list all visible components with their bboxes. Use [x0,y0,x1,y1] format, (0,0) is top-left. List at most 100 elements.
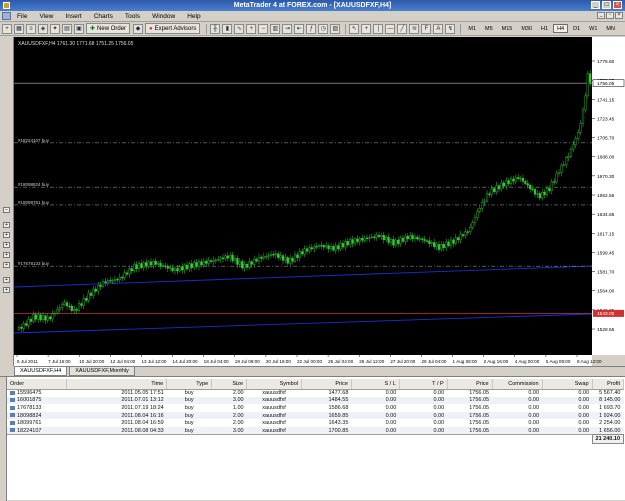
autoscroll-icon[interactable]: ⇥ [282,23,293,34]
menu-charts[interactable]: Charts [88,13,119,20]
channel-icon[interactable]: ≋ [409,23,420,34]
horizontal-line-icon[interactable]: — [385,23,396,34]
col-time[interactable]: Time [66,379,168,390]
tf-m30[interactable]: M30 [517,24,536,33]
col-size[interactable]: Size [211,379,248,390]
order-id: 18098824 [17,412,42,419]
zoom-in-icon[interactable]: + [246,23,257,34]
tf-h1[interactable]: H1 [537,24,552,33]
chart-window-icon[interactable] [2,12,11,20]
tf-d1[interactable]: D1 [569,24,584,33]
tree-node-icon[interactable]: + [3,232,10,238]
chart-window[interactable]: #18224107 buy #18098824 buy #18099761 buy #… [14,37,625,366]
cursor-icon[interactable]: ↖ [349,23,360,34]
table-row[interactable]: 18099761 2011.08.04 16:59 buy 2.00 xauusdfxf… [7,419,624,427]
candle-body [32,314,35,322]
col-sl[interactable]: S / L [351,379,400,390]
profiles-icon[interactable]: ▦ [14,23,24,34]
col-price[interactable]: Price [301,379,352,390]
candle-body [133,264,136,272]
candle-body [329,246,333,249]
tf-mn[interactable]: MN [602,24,619,33]
panel-toggle-icon[interactable]: − [3,207,10,213]
table-row[interactable]: 18224107 2011.08.08 04:33 buy 3.00 xauusdfxf… [7,426,624,435]
window-title: MetaTrader 4 at FOREX.com - [XAUUSDFXF,H… [233,2,392,9]
table-row[interactable]: 18098824 2011.08.04 16:16 buy 2.00 xauusdfxf… [7,411,624,420]
chart-tab-monthly[interactable]: XAUUSDFXF,Monthly [69,367,135,376]
tf-m1[interactable]: M1 [464,24,480,33]
col-tp[interactable]: T / P [399,379,448,390]
menu-tools[interactable]: Tools [119,13,146,20]
maximize-button[interactable]: □ [602,1,611,9]
mdi-restore-button[interactable]: ▫ [606,12,614,19]
chart-shift-icon[interactable]: ⇤ [294,23,305,34]
vertical-line-icon[interactable]: | [373,23,384,34]
crosshair-icon[interactable]: + [361,23,372,34]
tester-icon[interactable]: ▣ [74,23,84,34]
col-commission[interactable]: Commission [492,379,543,390]
tree-node-icon[interactable]: + [3,222,10,228]
line-chart-icon[interactable]: ∿ [234,23,245,34]
indicators-icon[interactable]: ƒ [306,23,317,34]
tree-node-icon[interactable]: + [3,242,10,248]
table-row[interactable]: 17678133 2011.07.19 18:24 buy 1.00 xauusdfxf… [7,404,624,412]
chart-tab-h4[interactable]: XAUUSDFXF,H4 [14,367,68,376]
candle-body [356,238,359,243]
tf-h4[interactable]: H4 [553,24,569,33]
tree-node-icon[interactable]: + [3,262,10,268]
mdi-minimize-button[interactable]: _ [597,12,605,19]
menu-window[interactable]: Window [146,13,181,20]
candle-body [572,144,575,150]
candle-body [29,318,33,322]
periods-icon[interactable]: ◷ [318,23,329,34]
table-row[interactable]: 15596475 2011.05.05 17:51 buy 2.00 xauusdfxf… [7,389,624,397]
cell-swap: 0.00 [578,420,590,427]
tf-m15[interactable]: M15 [498,24,517,33]
cell-order: 15596475 [7,389,67,397]
minimize-button[interactable]: _ [591,1,600,9]
col-symbol[interactable]: Symbol [246,379,302,390]
templates-icon[interactable]: ▧ [330,23,341,34]
menu-file[interactable]: File [11,13,33,20]
fibonacci-icon[interactable]: F [421,23,432,34]
tf-m5[interactable]: M5 [481,24,497,33]
menu-view[interactable]: View [33,13,59,20]
market-watch-icon[interactable]: ≡ [26,23,36,34]
trendline-icon[interactable]: ╱ [397,23,408,34]
col-type[interactable]: Type [166,379,213,390]
expert-advisors-button[interactable]: ● Expert Advisors [145,23,201,34]
metaeditor-icon[interactable]: ◆ [133,23,144,34]
menu-help[interactable]: Help [181,13,206,20]
bar-chart-icon[interactable]: ╫ [210,23,221,34]
candle-body [365,237,369,239]
tree-node-icon[interactable]: + [3,277,10,283]
candle-body [449,239,453,246]
tile-windows-icon[interactable]: ▥ [270,23,281,34]
zoom-out-icon[interactable]: − [258,23,269,34]
col-swap[interactable]: Swap [542,379,593,390]
chart-plot-area[interactable] [14,37,592,355]
arrows-icon[interactable]: ↯ [445,23,456,34]
table-row[interactable]: 16001875 2011.07.01 13:12 buy 3.00 xauusdfxf… [7,396,624,405]
col-current-price[interactable]: Price [447,379,493,390]
close-button[interactable]: × [613,1,622,9]
new-order-button[interactable]: ✚ New Order [86,23,131,34]
navigator-icon[interactable]: ✦ [50,23,60,34]
price-chart[interactable]: #18224107 buy #18098824 buy #18099761 buy #… [14,37,625,366]
data-window-icon[interactable]: ◈ [38,23,48,34]
tf-w1[interactable]: W1 [585,24,601,33]
candle-body [106,280,109,283]
col-profit[interactable]: Profit [592,379,625,390]
mdi-close-button[interactable]: × [615,12,623,19]
candlestick-icon[interactable]: ▮ [222,23,233,34]
menu-insert[interactable]: Insert [59,13,87,20]
tree-node-icon[interactable]: + [3,287,10,293]
text-icon[interactable]: A [433,23,444,34]
col-order[interactable]: Order [7,379,68,390]
candle-body [248,261,251,268]
new-chart-icon[interactable]: + [2,23,12,34]
order-icon [10,405,15,410]
tree-node-icon[interactable]: + [3,252,10,258]
candle-body [101,281,105,287]
terminal-icon[interactable]: ▤ [62,23,72,34]
